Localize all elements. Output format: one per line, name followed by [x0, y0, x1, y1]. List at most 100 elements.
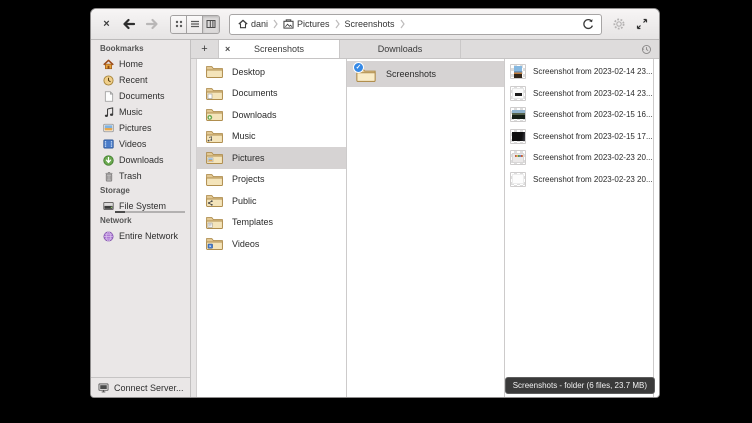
folder-label: Music [232, 131, 256, 141]
view-switcher [170, 15, 220, 34]
sidebar-item-label: Trash [119, 171, 142, 181]
grid-view-button[interactable] [171, 16, 187, 33]
sidebar-item-label: Documents [119, 91, 165, 101]
sidebar-item-label: Downloads [119, 155, 164, 165]
folder-row-videos[interactable]: Videos [197, 233, 346, 255]
sidebar-item-label: Pictures [119, 123, 152, 133]
tab-label: Screenshots [254, 44, 304, 54]
back-button[interactable] [120, 16, 137, 32]
tab-close-button[interactable]: × [225, 40, 230, 58]
sidebar-item-documents[interactable]: Documents [91, 88, 190, 104]
folder-icon [206, 108, 223, 121]
folder-row-projects[interactable]: Projects [197, 169, 346, 191]
file-label: Screenshot from 2023-02-15 16... [533, 110, 653, 119]
tab-history-button[interactable] [633, 40, 659, 58]
disk-usage-bar [115, 211, 185, 213]
list-view-button[interactable] [187, 16, 203, 33]
file-thumbnail [510, 150, 526, 165]
tab-screenshots[interactable]: × Screenshots [219, 40, 340, 58]
new-tab-button[interactable]: + [191, 40, 219, 58]
file-manager-window: × [90, 8, 660, 398]
fullscreen-button[interactable] [634, 16, 650, 32]
folder-label: Videos [232, 239, 259, 249]
folder-row-public[interactable]: Public [197, 190, 346, 212]
sidebar-item-label: File System [119, 201, 166, 211]
folder-label: Screenshots [386, 69, 436, 79]
sidebar-item-label: Recent [119, 75, 148, 85]
toolbar: × [91, 9, 659, 40]
folder-icon [206, 151, 223, 164]
folder-row-screenshots[interactable]: ✓ Screenshots [347, 61, 504, 87]
settings-menu-button[interactable] [611, 16, 627, 32]
file-label: Screenshot from 2023-02-23 20... [533, 153, 653, 162]
miller-columns: Desktop Documents Downloads Music [191, 59, 659, 397]
tab-downloads[interactable]: Downloads [340, 40, 461, 58]
file-row[interactable]: Screenshot from 2023-02-23 20... [505, 169, 653, 191]
documents-icon [104, 91, 114, 102]
pictures-icon [103, 123, 114, 133]
chevron-right-icon [333, 19, 342, 29]
folder-row-desktop[interactable]: Desktop [197, 61, 346, 83]
column-empty [654, 59, 659, 397]
sidebar-item-videos[interactable]: Videos [91, 136, 190, 152]
column-places: Desktop Documents Downloads Music [197, 59, 347, 397]
folder-row-templates[interactable]: Templates [197, 212, 346, 234]
sidebar-item-downloads[interactable]: Downloads [91, 152, 190, 168]
home-icon [103, 59, 114, 70]
connect-server-label: Connect Server... [114, 383, 184, 393]
refresh-button[interactable] [580, 16, 596, 32]
breadcrumb-pictures[interactable]: Pictures [280, 19, 333, 29]
folder-row-downloads[interactable]: Downloads [197, 104, 346, 126]
file-row[interactable]: Screenshot from 2023-02-23 20... [505, 147, 653, 169]
sidebar-item-label: Entire Network [119, 231, 178, 241]
breadcrumb-screenshots[interactable]: Screenshots [342, 19, 398, 29]
folder-label: Projects [232, 174, 265, 184]
gear-icon [612, 17, 626, 31]
folder-icon [206, 173, 223, 186]
list-view-icon [190, 19, 200, 29]
sidebar-item-entire-network[interactable]: Entire Network [91, 228, 190, 244]
file-row[interactable]: Screenshot from 2023-02-14 23... [505, 61, 653, 83]
pictures-icon [283, 19, 294, 29]
path-bar[interactable]: dani Pictures Screenshots [229, 14, 602, 35]
history-icon [641, 44, 652, 55]
file-row[interactable]: Screenshot from 2023-02-15 17... [505, 126, 653, 148]
sidebar-item-file-system[interactable]: File System [91, 198, 190, 214]
file-thumbnail [510, 129, 526, 144]
file-thumbnail [510, 86, 526, 101]
videos-icon [103, 139, 114, 149]
file-row[interactable]: Screenshot from 2023-02-15 16... [505, 104, 653, 126]
music-icon [104, 107, 114, 118]
status-tooltip: Screenshots - folder (6 files, 23.7 MB) [505, 377, 655, 394]
column-view-button[interactable] [203, 16, 219, 33]
home-icon [238, 19, 248, 29]
breadcrumb-label: dani [251, 19, 268, 29]
file-row[interactable]: Screenshot from 2023-02-14 23... [505, 83, 653, 105]
sidebar-item-trash[interactable]: Trash [91, 168, 190, 184]
grid-view-icon [174, 19, 184, 29]
tab-bar: + × Screenshots Downloads [191, 40, 659, 59]
sidebar-item-label: Videos [119, 139, 146, 149]
folder-row-music[interactable]: Music [197, 126, 346, 148]
sidebar-item-music[interactable]: Music [91, 104, 190, 120]
sidebar-item-recent[interactable]: Recent [91, 72, 190, 88]
content-area: + × Screenshots Downloads [191, 40, 659, 397]
breadcrumb-home[interactable]: dani [235, 19, 271, 29]
forward-button[interactable] [144, 16, 161, 32]
folder-row-pictures[interactable]: Pictures [197, 147, 346, 169]
sidebar-list: Bookmarks Home Recent [91, 40, 190, 377]
breadcrumb-label: Pictures [297, 19, 330, 29]
tab-label: Downloads [378, 44, 423, 54]
file-label: Screenshot from 2023-02-15 17... [533, 132, 653, 141]
connect-server-button[interactable]: Connect Server... [91, 377, 190, 397]
folder-icon [206, 216, 223, 229]
folder-row-documents[interactable]: Documents [197, 83, 346, 105]
sidebar-item-label: Home [119, 59, 143, 69]
sidebar-item-home[interactable]: Home [91, 56, 190, 72]
file-thumbnail [510, 172, 526, 187]
window-close-button[interactable]: × [100, 18, 113, 31]
file-thumbnail [510, 64, 526, 79]
check-badge-icon: ✓ [353, 62, 364, 73]
file-thumbnail [510, 107, 526, 122]
sidebar-item-pictures[interactable]: Pictures [91, 120, 190, 136]
